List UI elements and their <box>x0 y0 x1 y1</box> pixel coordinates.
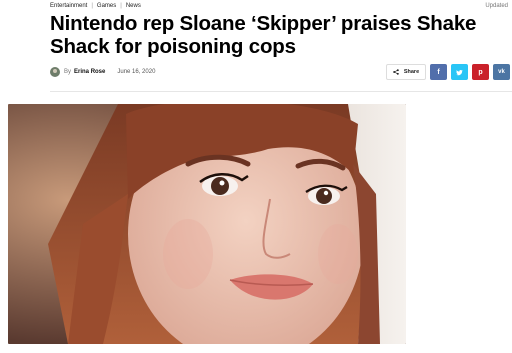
publish-date: June 16, 2020 <box>117 69 156 75</box>
breadcrumb-games[interactable]: Games <box>97 3 116 9</box>
hero-image <box>8 104 406 344</box>
breadcrumb: Entertainment | Games | News <box>50 3 141 9</box>
pinterest-icon: p <box>478 68 483 76</box>
breadcrumb-news[interactable]: News <box>126 3 141 9</box>
byline: By Erina Rose June 16, 2020 <box>50 66 155 78</box>
breadcrumb-separator: | <box>120 3 122 9</box>
facebook-share-button[interactable]: f <box>430 64 447 80</box>
author-avatar[interactable] <box>50 67 60 77</box>
share-label: Share <box>403 69 420 75</box>
article-headline: Nintendo rep Sloane ‘Skipper’ praises Sh… <box>50 12 477 58</box>
pinterest-share-button[interactable]: p <box>472 64 489 80</box>
breadcrumb-separator: | <box>91 3 93 9</box>
share-bar: Share f p vk <box>386 64 510 80</box>
breadcrumb-entertainment[interactable]: Entertainment <box>50 3 87 9</box>
header-divider <box>50 91 512 92</box>
byline-prefix: By <box>64 69 72 75</box>
share-icon <box>393 69 399 75</box>
twitter-share-button[interactable] <box>451 64 468 80</box>
facebook-icon: f <box>437 68 440 76</box>
vk-share-button[interactable]: vk <box>493 64 510 80</box>
share-button[interactable]: Share <box>386 64 426 80</box>
author-name[interactable]: Erina Rose <box>74 69 105 75</box>
portrait-photo-icon <box>8 104 406 344</box>
vk-icon: vk <box>498 69 505 75</box>
twitter-icon <box>456 69 463 75</box>
updated-label: Updated <box>485 3 508 9</box>
